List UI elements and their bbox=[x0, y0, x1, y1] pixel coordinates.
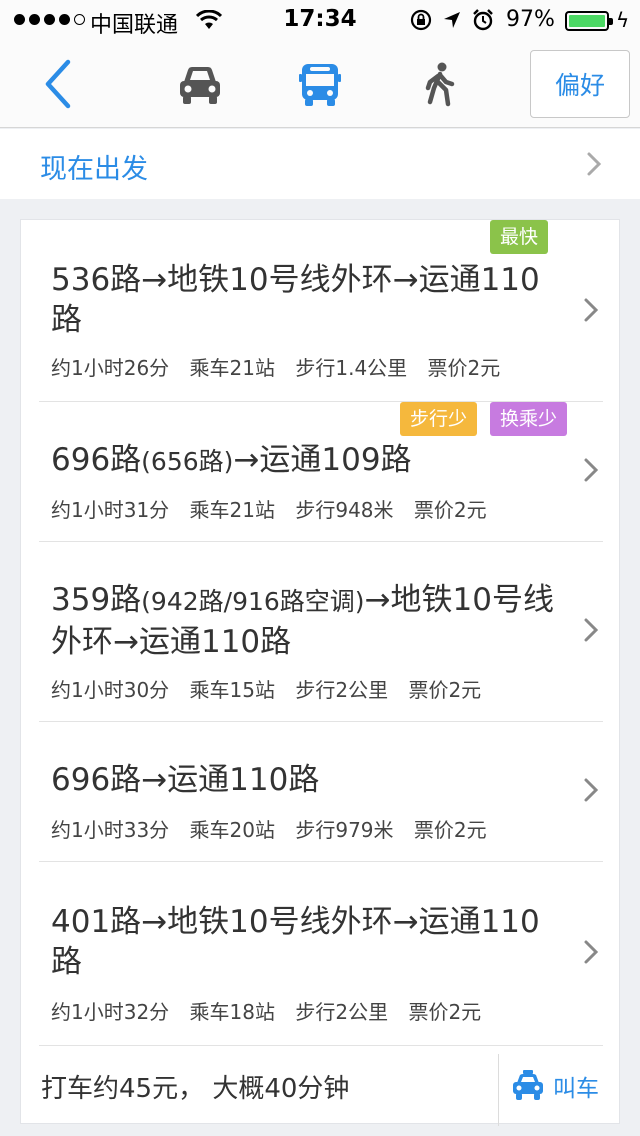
route-walk: 步行2公里 bbox=[295, 678, 389, 702]
route-fare: 票价2元 bbox=[413, 498, 487, 522]
route-duration: 约1小时33分 bbox=[51, 818, 170, 842]
battery-icon bbox=[565, 11, 613, 31]
back-button[interactable] bbox=[38, 58, 82, 110]
call-taxi-button[interactable]: 叫车 bbox=[511, 1064, 616, 1108]
status-bar: 中国联通 17:34 97% ϟ bbox=[0, 0, 640, 40]
tag-less-transfer: 换乘少 bbox=[490, 402, 568, 436]
depart-time-label: 现在出发 bbox=[40, 154, 148, 185]
route-fare: 票价2元 bbox=[413, 818, 487, 842]
route-title: 359路(942路/916路空调)→地铁10号线外环→运通110路 bbox=[51, 582, 554, 660]
bus-icon bbox=[299, 64, 341, 106]
route-duration: 约1小时31分 bbox=[51, 498, 170, 522]
route-stops: 乘车18站 bbox=[189, 1000, 275, 1024]
route-fare: 票价2元 bbox=[408, 1000, 482, 1024]
route-title: 536路→地铁10号线外环→运通110路 bbox=[51, 262, 540, 338]
chevron-right-icon bbox=[584, 298, 599, 322]
route-walk: 步行948米 bbox=[295, 498, 394, 522]
preference-button[interactable]: 偏好 bbox=[530, 50, 630, 118]
mode-walk-button[interactable] bbox=[416, 62, 464, 108]
route-title: 696路→运通110路 bbox=[51, 762, 320, 798]
charging-icon: ϟ bbox=[616, 8, 630, 32]
route-meta: 约1小时30分 乘车15站 步行2公里 票价2元 bbox=[51, 674, 495, 703]
route-meta: 约1小时33分 乘车20站 步行979米 票价2元 bbox=[51, 814, 501, 843]
route-walk: 步行979米 bbox=[295, 818, 394, 842]
route-item[interactable]: 步行少 换乘少 696路(656路)→运通109路 约1小时31分 乘车21站 … bbox=[21, 402, 621, 541]
route-item[interactable]: 359路(942路/916路空调)→地铁10号线外环→运通110路 约1小时30… bbox=[21, 542, 621, 721]
chevron-right-icon bbox=[584, 618, 599, 642]
route-stops: 乘车21站 bbox=[189, 356, 275, 380]
route-duration: 约1小时26分 bbox=[51, 356, 170, 380]
mode-bus-button[interactable] bbox=[296, 62, 344, 108]
route-title: 696路(656路)→运通109路 bbox=[51, 442, 412, 478]
route-stops: 乘车15站 bbox=[189, 678, 275, 702]
walk-icon bbox=[425, 62, 455, 107]
divider bbox=[498, 1054, 499, 1126]
nav-bar: 偏好 bbox=[0, 40, 640, 128]
routes-list: 最快 536路→地铁10号线外环→运通110路 约1小时26分 乘车21站 步行… bbox=[20, 219, 621, 1126]
chevron-right-icon bbox=[587, 152, 602, 176]
route-fare: 票价2元 bbox=[427, 356, 501, 380]
route-duration: 约1小时32分 bbox=[51, 1000, 170, 1024]
location-arrow-icon bbox=[444, 12, 460, 28]
chevron-right-icon bbox=[584, 458, 599, 482]
taxi-icon bbox=[513, 1070, 543, 1100]
mode-car-button[interactable] bbox=[176, 62, 224, 108]
battery-percent: 97% bbox=[506, 7, 555, 32]
taxi-row: 打车约45元， 大概40分钟 叫车 bbox=[21, 1046, 621, 1126]
route-walk: 步行2公里 bbox=[295, 1000, 389, 1024]
route-walk: 步行1.4公里 bbox=[295, 356, 408, 380]
tag-fastest: 最快 bbox=[490, 220, 549, 254]
alarm-icon bbox=[473, 9, 493, 31]
tag-less-walk: 步行少 bbox=[400, 402, 478, 436]
route-meta: 约1小时26分 乘车21站 步行1.4公里 票价2元 bbox=[51, 352, 514, 381]
route-item[interactable]: 696路→运通110路 约1小时33分 乘车20站 步行979米 票价2元 bbox=[21, 722, 621, 861]
chevron-right-icon bbox=[584, 778, 599, 802]
route-item[interactable]: 最快 536路→地铁10号线外环→运通110路 约1小时26分 乘车21站 步行… bbox=[21, 220, 621, 401]
route-title: 401路→地铁10号线外环→运通110路 bbox=[51, 904, 540, 980]
route-meta: 约1小时32分 乘车18站 步行2公里 票价2元 bbox=[51, 996, 495, 1025]
route-stops: 乘车21站 bbox=[189, 498, 275, 522]
route-fare: 票价2元 bbox=[408, 678, 482, 702]
call-taxi-label: 叫车 bbox=[553, 1076, 599, 1102]
route-duration: 约1小时30分 bbox=[51, 678, 170, 702]
rotation-lock-icon bbox=[410, 9, 432, 31]
depart-time-row[interactable]: 现在出发 bbox=[0, 129, 640, 199]
route-item[interactable]: 401路→地铁10号线外环→运通110路 约1小时32分 乘车18站 步行2公里… bbox=[21, 862, 621, 1045]
route-meta: 约1小时31分 乘车21站 步行948米 票价2元 bbox=[51, 494, 501, 523]
route-stops: 乘车20站 bbox=[189, 818, 275, 842]
chevron-left-icon bbox=[45, 59, 71, 109]
taxi-summary: 打车约45元， 大概40分钟 bbox=[41, 1074, 350, 1104]
chevron-right-icon bbox=[584, 940, 599, 964]
car-icon bbox=[180, 67, 220, 104]
